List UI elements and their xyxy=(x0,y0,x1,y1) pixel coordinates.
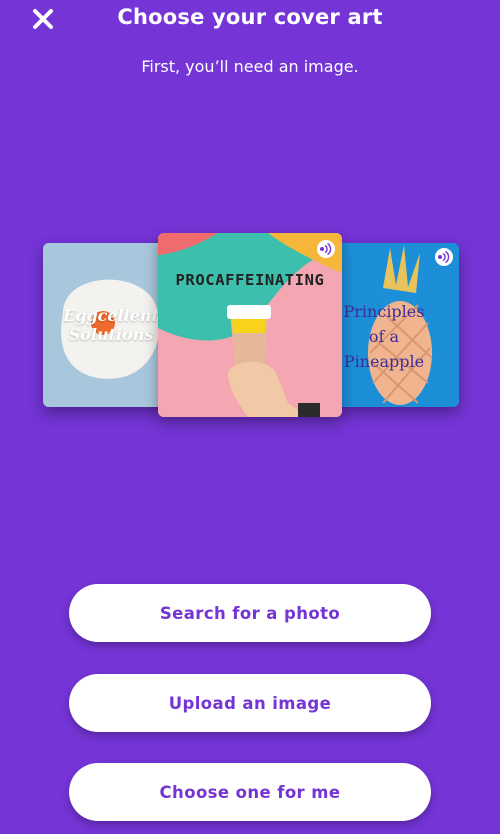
search-photo-button[interactable]: Search for a photo xyxy=(69,584,431,642)
coffee-cup-image xyxy=(158,233,342,417)
upload-image-button[interactable]: Upload an image xyxy=(69,674,431,732)
page-title: Choose your cover art xyxy=(117,5,383,29)
page-subtitle: First, you’ll need an image. xyxy=(141,57,359,76)
cover-title-eggcellent: Eggcellent Solutions xyxy=(63,306,159,344)
cover-art-card-procaffeinating[interactable]: PROCAFFEINATING xyxy=(158,233,342,417)
choose-for-me-button[interactable]: Choose one for me xyxy=(69,763,431,821)
cover-art-card-eggcellent[interactable]: Eggcellent Solutions xyxy=(43,243,165,407)
podcast-icon xyxy=(317,240,335,258)
cover-title-procaffeinating: PROCAFFEINATING xyxy=(175,271,325,289)
cover-art-card-pineapple[interactable]: Principles of a Pineapple xyxy=(338,243,459,407)
cover-title-pineapple: Principles of a Pineapple xyxy=(343,302,425,371)
podcast-icon xyxy=(435,248,453,266)
